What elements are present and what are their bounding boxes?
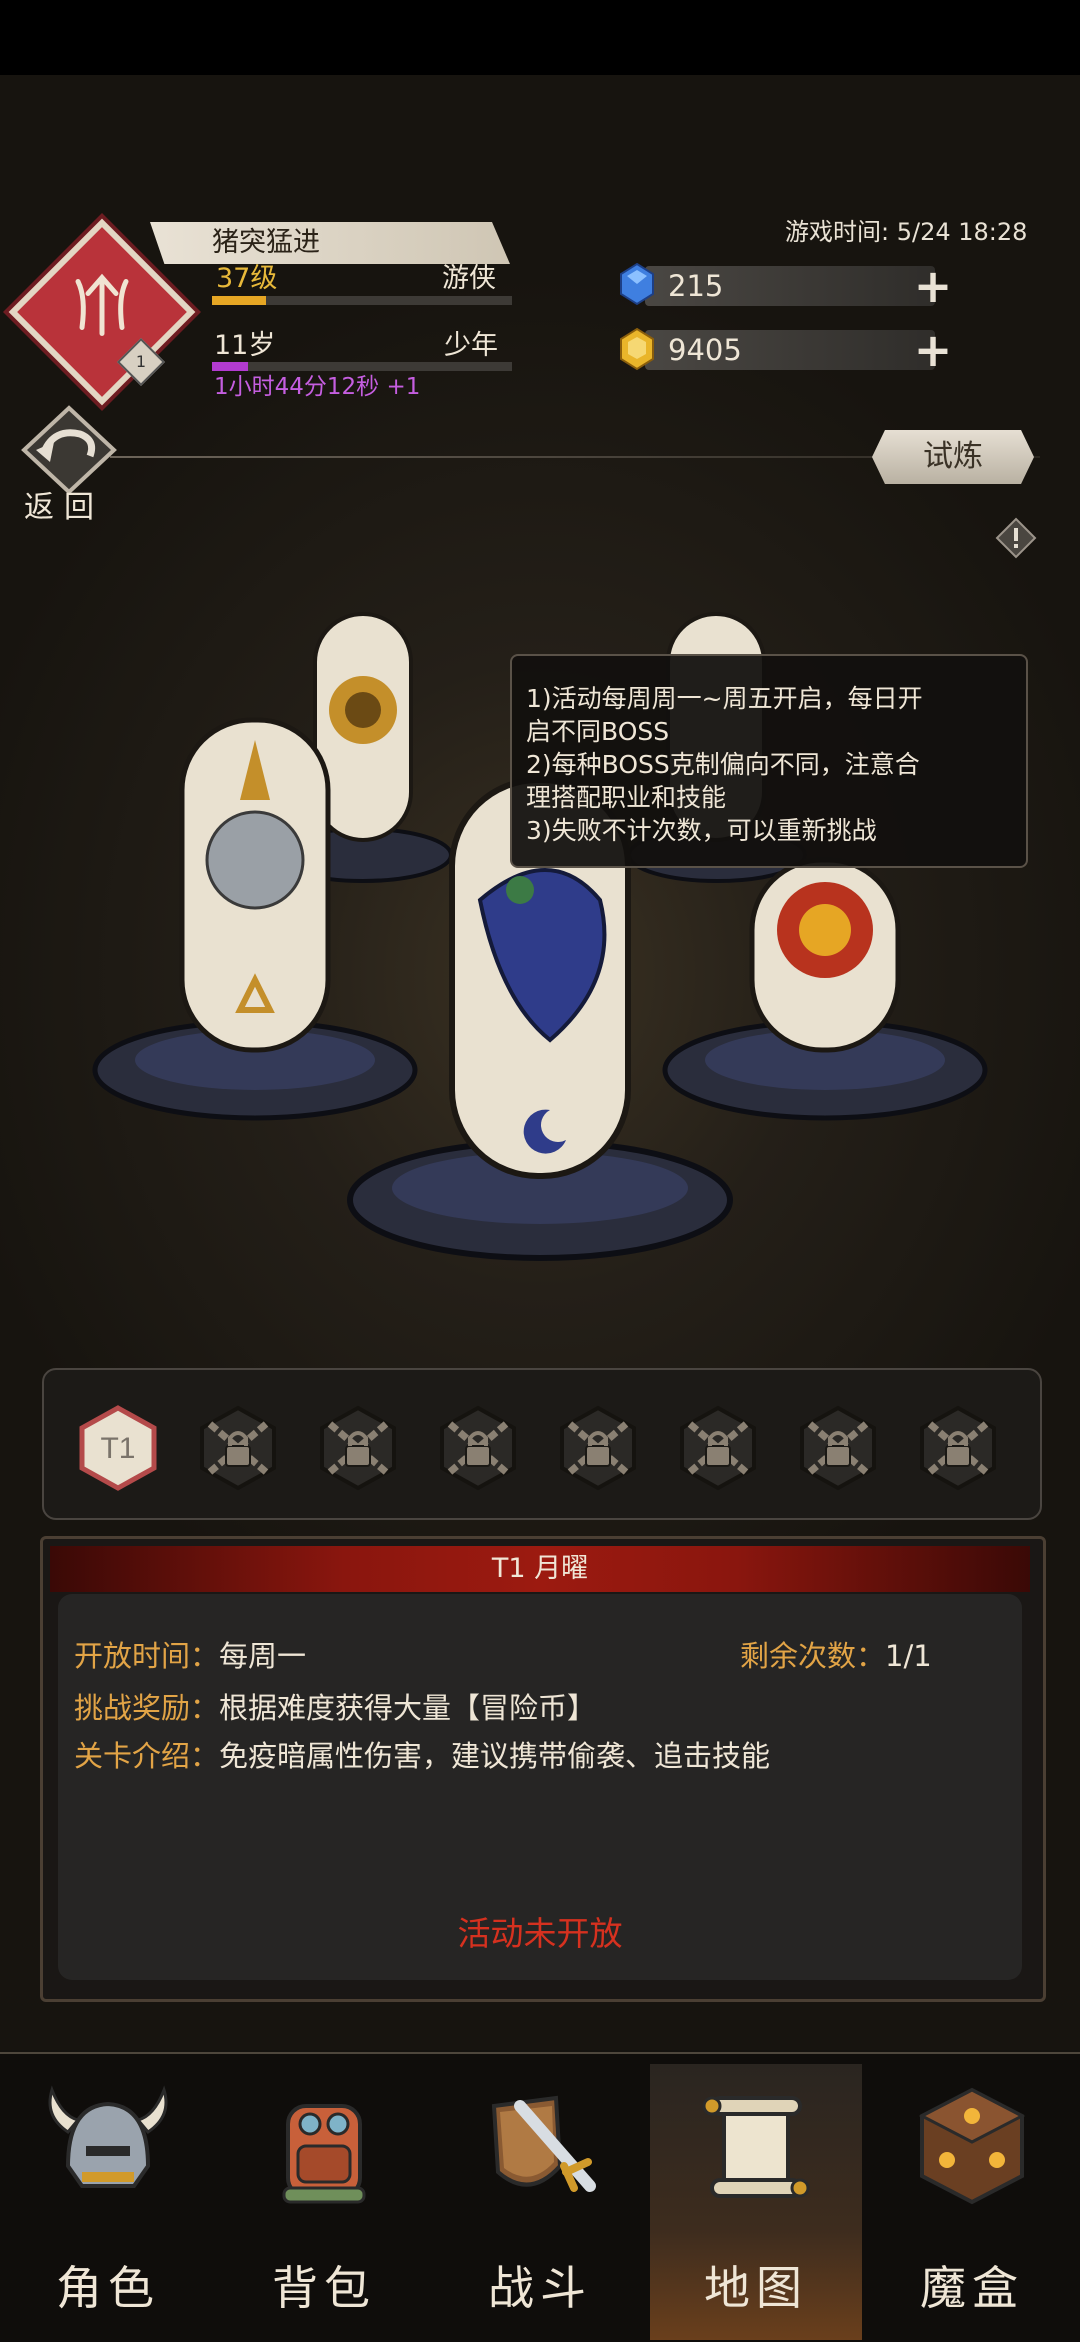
intro-value: 免疫暗属性伤害，建议携带偷袭、追击技能 (219, 1739, 771, 1773)
tooltip-line: 1)活动每周周一~周五开启，每日开 (526, 684, 923, 713)
age-progress-bar (212, 362, 512, 371)
tier-button-locked[interactable] (558, 1404, 638, 1492)
tooltip-line: 2)每种BOSS克制偏向不同，注意合 (526, 750, 920, 779)
nav-label: 背包 (272, 2261, 376, 2315)
nav-tab-battle[interactable]: 战斗 (434, 2062, 646, 2332)
open-time-label: 开放时间： (74, 1639, 220, 1673)
tier-button-locked[interactable] (198, 1404, 278, 1492)
gold-icon (620, 327, 654, 371)
lock-chain-icon (800, 1405, 876, 1491)
helmet-icon (48, 2085, 168, 2188)
gold-amount: 9405 (668, 333, 742, 367)
nav-tab-backpack[interactable]: 背包 (218, 2062, 430, 2332)
sword-shield-icon (491, 2095, 596, 2192)
scroll-map-icon (702, 2096, 810, 2198)
open-time-row: 开放时间：每周一 (74, 1636, 306, 1676)
event-info-tooltip: 1)活动每周周一~周五开启，每日开 启不同BOSS 2)每种BOSS克制偏向不同… (510, 654, 1028, 868)
tier-label: T1 (100, 1432, 135, 1465)
lock-chain-icon (680, 1405, 756, 1491)
nav-tab-map[interactable]: 地图 (650, 2062, 862, 2332)
tier-button-locked[interactable] (918, 1404, 998, 1492)
remaining-value: 1/1 (885, 1639, 932, 1673)
tier-button-selected[interactable]: T1 (78, 1404, 158, 1492)
age-progress-fill (212, 362, 248, 371)
nav-label: 地图 (704, 2261, 808, 2315)
player-class: 游侠 (442, 263, 496, 294)
reward-row: 挑战奖励：根据难度获得大量【冒险币】 (74, 1688, 596, 1728)
event-status: 活动未开放 (457, 1914, 623, 1953)
nav-label: 角色 (56, 2261, 160, 2315)
intro-label: 关卡介绍： (74, 1739, 220, 1773)
tier-button-locked[interactable] (798, 1404, 878, 1492)
tooltip-line: 启不同BOSS (526, 717, 670, 746)
add-gems-button[interactable]: + (913, 263, 953, 309)
nav-label: 战斗 (488, 2261, 592, 2315)
player-title: 猪突猛进 (212, 227, 320, 258)
trial-button[interactable]: 试炼 (872, 430, 1034, 484)
player-age: 11岁 (214, 330, 276, 361)
gem-amount: 215 (668, 269, 724, 303)
tier-button-locked[interactable] (438, 1404, 518, 1492)
add-gold-button[interactable]: + (913, 327, 953, 373)
boss-pedestal[interactable] (662, 857, 988, 1121)
reward-label: 挑战奖励： (74, 1691, 220, 1725)
nav-tab-character[interactable]: 角色 (2, 2062, 214, 2332)
lock-chain-icon (200, 1405, 276, 1491)
lock-chain-icon (320, 1405, 396, 1491)
tooltip-line: 3)失败不计次数，可以重新挑战 (526, 816, 877, 845)
tier-selector (42, 1368, 1042, 1520)
lock-chain-icon (920, 1405, 996, 1491)
gem-icon (620, 262, 654, 306)
magic-box-icon (918, 2087, 1026, 2205)
lock-chain-icon (440, 1405, 516, 1491)
open-time-value: 每周一 (219, 1639, 307, 1673)
reward-value: 根据难度获得大量【冒险币】 (219, 1691, 597, 1725)
back-label[interactable]: 返回 (24, 488, 104, 528)
info-icon[interactable] (995, 517, 1037, 559)
stage-title: T1 月曜 (50, 1546, 1030, 1592)
player-life-stage: 少年 (444, 330, 498, 361)
tier-button-locked[interactable] (678, 1404, 758, 1492)
tooltip-line: 理搭配职业和技能 (526, 783, 727, 812)
remaining-row: 剩余次数：1/1 (740, 1636, 932, 1676)
tier-hexagon-icon: T1 (79, 1405, 157, 1491)
game-time: 游戏时间: 5/24 18:28 (785, 218, 1028, 246)
tier-button-locked[interactable] (318, 1404, 398, 1492)
level-progress-fill (212, 296, 266, 305)
intro-row: 关卡介绍：免疫暗属性伤害，建议携带偷袭、追击技能 (74, 1736, 770, 1776)
nav-tab-magic-box[interactable]: 魔盒 (866, 2062, 1078, 2332)
status-bar (0, 0, 1080, 75)
trident-icon (75, 273, 129, 337)
nav-label: 魔盒 (920, 2261, 1024, 2315)
name-plate (150, 222, 510, 264)
remaining-label: 剩余次数： (740, 1639, 886, 1673)
player-level: 37级 (216, 263, 278, 294)
lock-chain-icon (560, 1405, 636, 1491)
backpack-icon (282, 2104, 366, 2204)
age-timer: 1小时44分12秒 +1 (214, 374, 421, 400)
